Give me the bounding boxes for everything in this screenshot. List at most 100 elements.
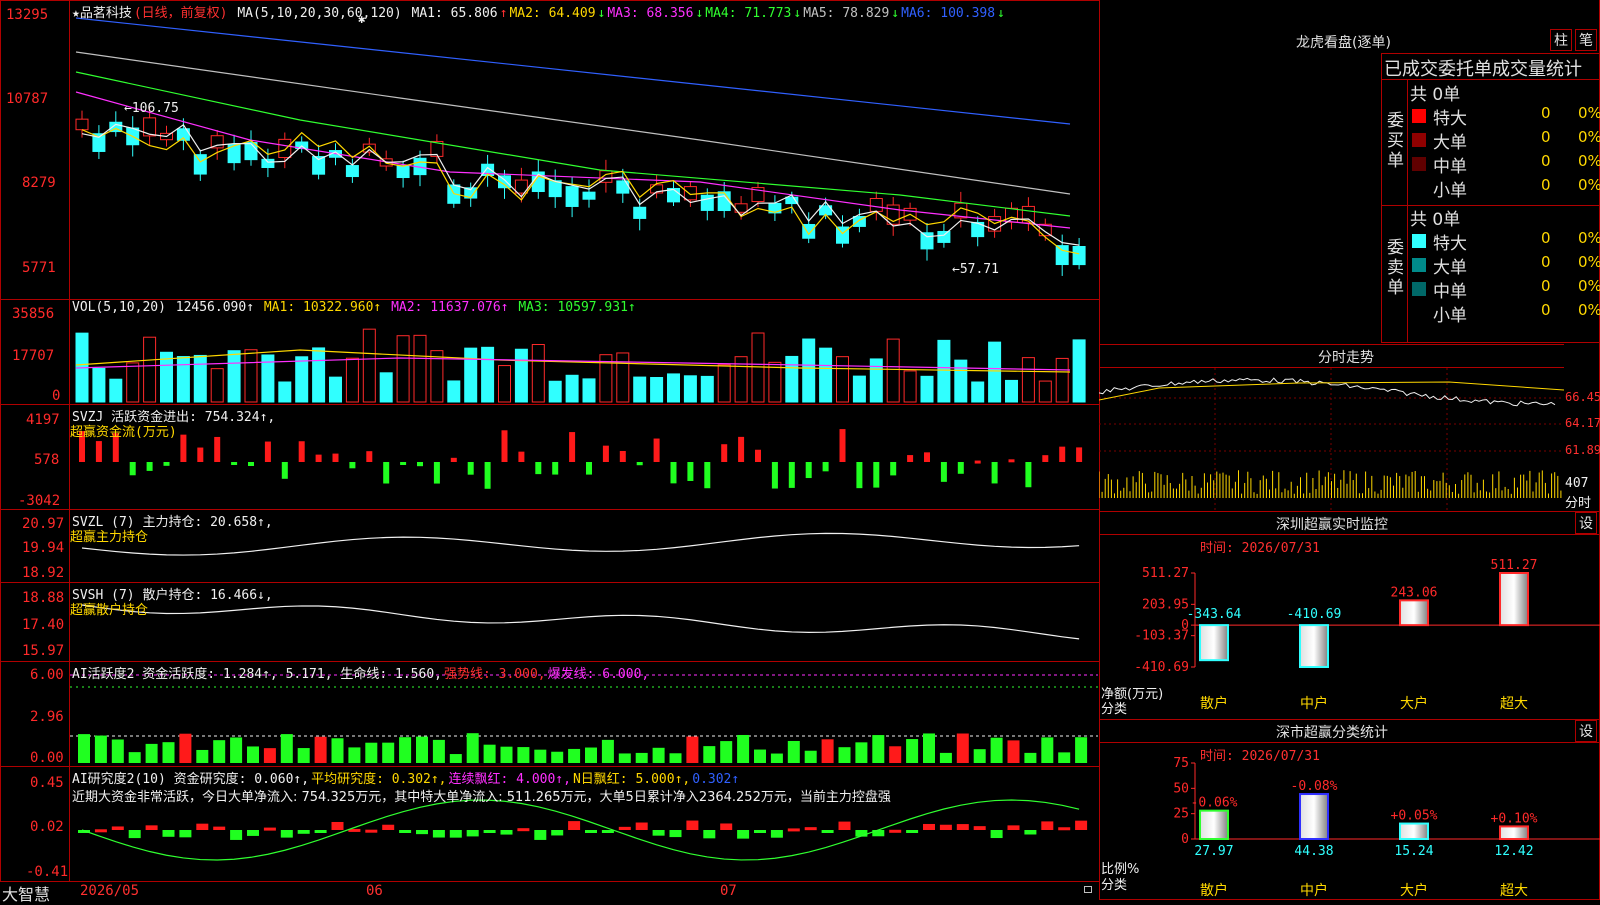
ai-active-burst: 爆发线: 6.000, [547,667,650,682]
vol-label: VOL(5,10,20) [72,300,166,315]
detail-view-button[interactable]: 笔 [1575,29,1597,51]
svzj-bar [755,449,761,462]
ai-active-bar [331,738,344,763]
ai-active-bar [770,753,783,763]
ma-item-5: MA5: 78.829 [803,6,890,21]
ai-active-bar [686,736,699,763]
buy-total: 共 0单 [1410,85,1461,105]
sell-row-count-4: 0 [1541,301,1551,319]
ai-research-label: AI研究度2(10) 资金研究度: 0.060↑, [72,772,310,787]
sz-class-chart[interactable]: 75 50 25 0 -0.06% 散户 27.97 -0.08% 中户 44.38 +0.05% 大… [1099,755,1600,900]
volume-bar [683,375,697,403]
bar-value-label-1: -343.64 [1187,607,1242,622]
vol-ma1: MA1: 10322.960↑ [263,300,382,315]
svzj-bar [248,462,254,466]
ma-items: MA1: 65.806 ↑ MA2: 64.409 ↓ MA3: 68.356 ↓ MA4:… [412,6,1007,21]
price-tick-2: 10787 [6,91,49,107]
volume-bar [903,370,917,403]
buy-row-swatch-4 [1412,181,1426,195]
vol-ma2: MA2: 11637.076↑ [391,300,509,315]
ai-research-bar [754,830,766,833]
sz-class-settings-button[interactable]: 设 [1575,720,1597,742]
ai-active-bar [128,752,141,763]
volume-bar [582,378,596,403]
svzj-tick-1: 4197 [26,412,60,428]
ai-active-bar [500,746,513,763]
svzl-tick-1: 20.97 [22,516,65,532]
ai-active-bar [432,739,445,763]
ai-research-bar [449,830,462,838]
svzj-bar [670,462,677,484]
sz-monitor-settings-button[interactable]: 设 [1575,512,1597,534]
ai-research-bar [990,830,1003,839]
stock-mode: (日线，前复权) [133,6,228,21]
sz-monitor-chart[interactable]: 511.27203.950-103.37-410.69-343.64散户-410… [1099,555,1600,715]
candle-body [548,180,562,198]
category-label-4: 超大 [1500,696,1528,712]
volume-bar [988,341,1002,403]
ai-active-bar [635,752,648,763]
volume-bar [143,336,157,403]
sz-monitor-xlabel: 分类 [1101,702,1128,717]
svzj-bar [1059,446,1066,462]
ai-active-bar [1024,752,1037,763]
sell-row-swatch-2 [1412,258,1426,272]
svzj-bar [197,447,204,462]
ai-active-bar [78,734,90,763]
volume-bar [802,338,816,403]
svzj-bar [1025,462,1032,488]
volume-bar [396,335,410,403]
sell-label: 委卖单 [1387,238,1404,298]
intraday-tick-2: 64.17 [1565,416,1600,430]
svzj-bar [890,462,897,476]
ai-active-bar [939,752,952,763]
svzj-bar [907,455,914,462]
ai-research-bar [568,821,581,830]
category-bar-2 [1299,624,1329,668]
sell-row-pct-3: 0% [1578,277,1600,295]
ai-active-bar [483,744,496,763]
svzj-bar [95,441,102,462]
ai-active-header: AI活跃度2 资金活跃度: 1.284↑, 5.171, 生命线: 1.560,… [72,663,651,682]
svzj-bar [940,462,947,482]
category-bar-4 [1499,825,1529,840]
sell-row-name-1: 特大 [1433,234,1467,254]
svsh-line [81,604,1080,640]
buy-row-swatch-1 [1412,109,1426,123]
svzj-bar [146,462,153,471]
column-view-button[interactable]: 柱 [1550,29,1572,51]
volume-bar [1005,379,1018,403]
ai-active-tick-3: 0.00 [30,750,64,766]
volume-bar [717,364,731,403]
ai-research-bar [601,830,614,833]
svzj-bar [467,462,474,475]
intraday-chart[interactable] [1099,368,1564,510]
sell-row-name-4: 小单 [1433,306,1467,326]
candle-body [261,158,275,168]
ma6-line [75,17,1071,125]
svzj-bar [974,460,981,464]
ai-research-tick-2: 0.02 [30,819,64,835]
ai-research-bar [382,824,395,830]
svzj-bar [400,462,407,465]
buy-row-name-3: 中单 [1433,157,1467,177]
ai-research-bar [162,830,175,837]
svzj-bar [552,462,559,475]
volume-bar [616,352,630,403]
ai-research-bar [804,827,817,831]
volume-bar [362,328,376,403]
ai-active-bar [1007,740,1020,763]
stock-name[interactable]: ★品茗科技 [72,6,132,21]
ma-item-4: MA4: 71.773 [705,6,792,21]
svzj-bar [1076,447,1083,462]
ai-research-bar [314,830,327,833]
ai-research-bar [111,826,124,830]
lock-icon[interactable] [1084,886,1092,893]
ai-research-bar [128,830,141,839]
ai-research-bar [635,822,648,830]
ai-active-bar [399,737,412,763]
vol-tick-1: 35856 [12,306,55,322]
candle-body [700,194,714,211]
ma-arrow-5: ↓ [891,6,900,21]
svzj-bar [349,462,356,469]
